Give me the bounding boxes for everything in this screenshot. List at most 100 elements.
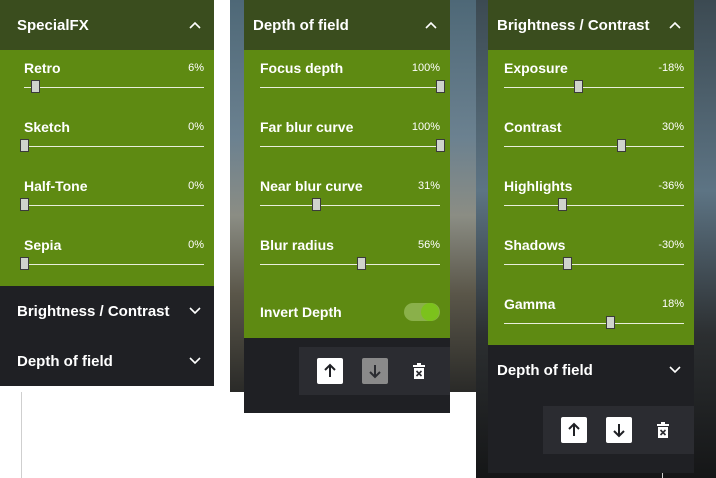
specialfx-header[interactable]: SpecialFX [0,0,214,50]
depth-of-field-header[interactable]: Depth of field [488,345,694,395]
chevron-up-icon[interactable] [188,18,202,32]
chevron-down-icon[interactable] [668,363,682,377]
section-title: Brightness / Contrast [17,302,170,320]
slider-thumb[interactable] [573,80,583,93]
slider-label: Half-Tone [24,178,88,194]
slider-track[interactable] [504,198,684,211]
arrow-down-icon [368,365,381,379]
slider-thumb[interactable] [436,139,445,152]
slider-track[interactable] [260,198,440,211]
slider-label: Sepia [24,237,62,253]
divider-line [21,392,22,478]
slider-label: Focus depth [260,60,344,76]
slider-track[interactable] [504,139,684,152]
slider-row-blur-radius: Blur radius 56% [244,227,450,286]
trash-icon [656,422,669,438]
slider-track[interactable] [260,257,440,270]
slider-thumb[interactable] [557,198,567,211]
trash-icon [412,363,425,379]
slider-thumb[interactable] [20,139,29,152]
slider-thumb[interactable] [20,257,29,270]
slider-row-far-blur-curve: Far blur curve 100% [244,109,450,168]
move-down-button[interactable] [605,417,632,443]
section-title: Depth of field [497,361,593,379]
invert-depth-row: Invert Depth [244,286,450,338]
bc-header[interactable]: Brightness / Contrast [488,0,694,50]
delete-button[interactable] [406,358,432,384]
slider-row-sketch: Sketch 0% [0,109,214,168]
slider-value: 100% [411,121,440,133]
slider-value: -18% [658,62,684,74]
slider-track[interactable] [20,257,204,270]
slider-label: Gamma [504,296,556,312]
dof-body: Focus depth 100% Far blur curve 100% Nea… [244,50,450,338]
slider-row-near-blur-curve: Near blur curve 31% [244,168,450,227]
slider-row-exposure: Exposure -18% [488,50,694,109]
chevron-up-icon[interactable] [424,18,438,32]
move-up-button[interactable] [317,358,344,384]
slider-label: Far blur curve [260,119,354,135]
slider-track[interactable] [260,80,445,93]
slider-row-gamma: Gamma 18% [488,286,694,345]
slider-thumb[interactable] [436,80,445,93]
toggle-label: Invert Depth [260,304,342,320]
slider-value: 56% [417,239,440,251]
screen: SpecialFX Retro 6% Sketch 0% Half-Tone 0… [0,0,716,478]
slider-value: 100% [411,62,440,74]
slider-row-contrast: Contrast 30% [488,109,694,168]
slider-track[interactable] [504,257,684,270]
slider-value: -30% [658,239,684,251]
slider-label: Highlights [504,178,573,194]
chevron-down-icon[interactable] [188,304,202,318]
slider-value: 18% [661,298,684,310]
dof-title: Depth of field [253,16,349,34]
slider-value: 31% [417,180,440,192]
slider-label: Sketch [24,119,70,135]
depth-of-field-header[interactable]: Depth of field [0,336,214,386]
bc-body: Exposure -18% Contrast 30% Highlights -3… [488,50,694,345]
slider-value: 0% [188,239,204,251]
slider-row-retro: Retro 6% [0,50,214,109]
move-up-button[interactable] [561,417,588,443]
section-title: Depth of field [17,352,113,370]
delete-button[interactable] [650,417,676,443]
slider-track[interactable] [260,139,445,152]
slider-thumb[interactable] [356,257,366,270]
specialfx-body: Retro 6% Sketch 0% Half-Tone 0% Sepia 0% [0,50,214,286]
bc-toolbar [543,406,694,454]
slider-thumb[interactable] [311,198,321,211]
slider-label: Contrast [504,119,562,135]
slider-track[interactable] [504,316,684,329]
toggle-knob[interactable] [421,303,439,321]
dof-header[interactable]: Depth of field [244,0,450,50]
arrow-down-icon [612,424,625,438]
slider-track[interactable] [20,139,204,152]
slider-label: Exposure [504,60,568,76]
chevron-down-icon[interactable] [188,354,202,368]
slider-row-highlights: Highlights -36% [488,168,694,227]
slider-track[interactable] [504,80,684,93]
arrow-up-icon [324,363,336,377]
slider-thumb[interactable] [563,257,572,270]
specialfx-panel: SpecialFX Retro 6% Sketch 0% Half-Tone 0… [0,0,214,386]
slider-thumb[interactable] [617,139,626,152]
slider-value: 30% [661,121,684,133]
slider-value: 0% [188,121,204,133]
slider-row-shadows: Shadows -30% [488,227,694,286]
slider-label: Retro [24,60,61,76]
slider-track[interactable] [20,198,204,211]
slider-thumb[interactable] [30,80,40,93]
brightness-contrast-header[interactable]: Brightness / Contrast [0,286,214,336]
slider-label: Near blur curve [260,178,363,194]
slider-track[interactable] [24,80,204,93]
specialfx-title: SpecialFX [17,16,89,34]
chevron-up-icon[interactable] [668,18,682,32]
invert-depth-toggle[interactable] [404,303,440,321]
slider-thumb[interactable] [606,316,616,329]
brightness-contrast-panel: Brightness / Contrast Exposure -18% Cont… [488,0,694,473]
bc-title: Brightness / Contrast [497,16,650,34]
slider-thumb[interactable] [20,198,29,211]
slider-label: Blur radius [260,237,334,253]
dof-toolbar [299,347,450,395]
move-down-button[interactable] [361,358,388,384]
